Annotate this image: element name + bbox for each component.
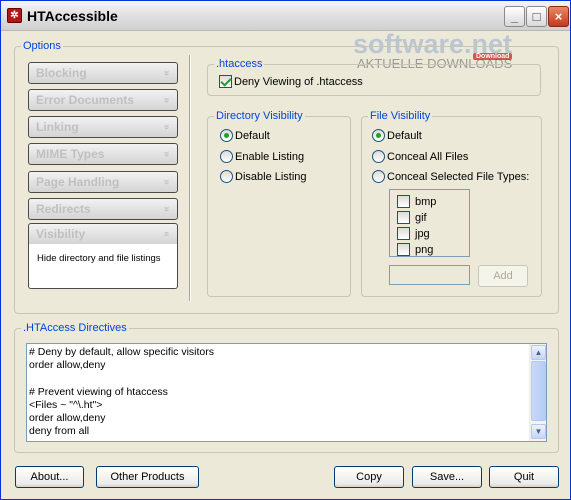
directive-line [29,372,531,385]
accordion-item-label: MIME Types [36,147,105,161]
directory-visibility-title: Directory Visibility [214,109,305,123]
quit-button[interactable]: Quit [489,466,559,488]
accordion-item-blocking[interactable]: Blocking » [28,62,178,84]
file-type-label: bmp [415,196,437,208]
radio-button[interactable] [372,150,385,163]
accordion-item-label: Page Handling [36,175,120,189]
directive-line: deny from all [29,425,90,438]
accordion-item-error-documents[interactable]: Error Documents » [28,89,178,111]
vertical-divider [189,55,191,301]
title-bar[interactable]: ✲ HTAccessible _ □ × [1,1,570,31]
copy-button[interactable]: Copy [334,466,404,488]
directive-line: # Prevent viewing of htaccess [29,385,168,398]
file-type-label: png [415,244,434,256]
maximize-button[interactable]: □ [526,6,547,27]
directives-scrollbar[interactable]: ▲ ▼ [529,344,546,441]
options-group-title: Options [21,39,63,53]
htaccess-group-title: .htaccess [214,57,265,71]
radio-label: Conceal All Files [387,151,469,163]
accordion-item-page-handling[interactable]: Page Handling » [28,171,178,193]
directory-visibility-group: Directory Visibility [207,109,351,297]
new-file-type-input[interactable] [389,265,470,285]
directives-group-title: .HTAccess Directives [21,321,129,335]
accordion-item-redirects[interactable]: Redirects » [28,198,178,220]
chevron-up-icon: « [161,231,173,237]
directives-text: # Deny by default, allow specific visito… [29,346,531,438]
radio-button[interactable] [372,129,385,142]
file-type-label: gif [415,212,427,224]
radio-label: Default [387,130,422,142]
save-button[interactable]: Save... [412,466,482,488]
radio-label: Conceal Selected File Types: [387,171,530,183]
chevron-down-icon: » [161,179,173,185]
close-button[interactable]: × [548,6,569,27]
file-type-checkbox[interactable] [397,227,410,240]
file-type-checkbox[interactable] [397,195,410,208]
file-type-label: jpg [415,228,430,240]
radio-button[interactable] [220,170,233,183]
deny-viewing-label: Deny Viewing of .htaccess [234,76,363,88]
file-type-checkbox[interactable] [397,243,410,256]
chevron-down-icon: » [161,97,173,103]
radio-label: Enable Listing [235,151,305,163]
directives-textarea[interactable]: # Deny by default, allow specific visito… [26,343,547,442]
directive-line: order allow,deny [29,359,106,372]
file-types-list: bmp gif jpg png [389,189,470,257]
about-button[interactable]: About... [15,466,84,488]
accordion-item-label: Blocking [36,66,87,80]
accordion-item-visibility[interactable]: Visibility « [28,223,178,245]
visibility-description-panel: Hide directory and file listings [28,244,178,289]
radio-button[interactable] [220,129,233,142]
chevron-down-icon: » [161,151,173,157]
chevron-down-icon: » [161,70,173,76]
window-title: HTAccessible [27,8,118,24]
accordion-item-mime-types[interactable]: MIME Types » [28,143,178,165]
scroll-thumb[interactable] [531,361,546,421]
radio-label: Default [235,130,270,142]
file-type-checkbox[interactable] [397,211,410,224]
radio-button[interactable] [220,150,233,163]
directive-line: # Deny by default, allow specific visito… [29,346,214,358]
radio-label: Disable Listing [235,171,307,183]
accordion-item-label: Linking [36,120,79,134]
other-products-button[interactable]: Other Products [96,466,199,488]
add-file-type-button[interactable]: Add [478,265,528,287]
directive-line: <Files ~ "^\.ht"> [29,398,103,411]
accordion-item-label: Error Documents [36,93,135,107]
accordion-item-label: Visibility [36,227,86,241]
radio-button[interactable] [372,170,385,183]
scroll-down-button[interactable]: ▼ [531,424,546,439]
accordion-item-linking[interactable]: Linking » [28,116,178,138]
file-visibility-title: File Visibility [368,109,433,123]
app-window: ✲ HTAccessible _ □ × software.net AKTUEL… [0,0,571,500]
deny-viewing-check-box[interactable] [219,75,232,88]
app-icon[interactable]: ✲ [7,8,22,23]
minimize-button[interactable]: _ [504,6,525,27]
accordion-item-label: Redirects [36,202,91,216]
chevron-down-icon: » [161,206,173,212]
chevron-down-icon: » [161,124,173,130]
directive-line: order allow,deny [29,411,106,424]
scroll-up-button[interactable]: ▲ [531,345,546,360]
visibility-description: Hide directory and file listings [37,253,161,264]
